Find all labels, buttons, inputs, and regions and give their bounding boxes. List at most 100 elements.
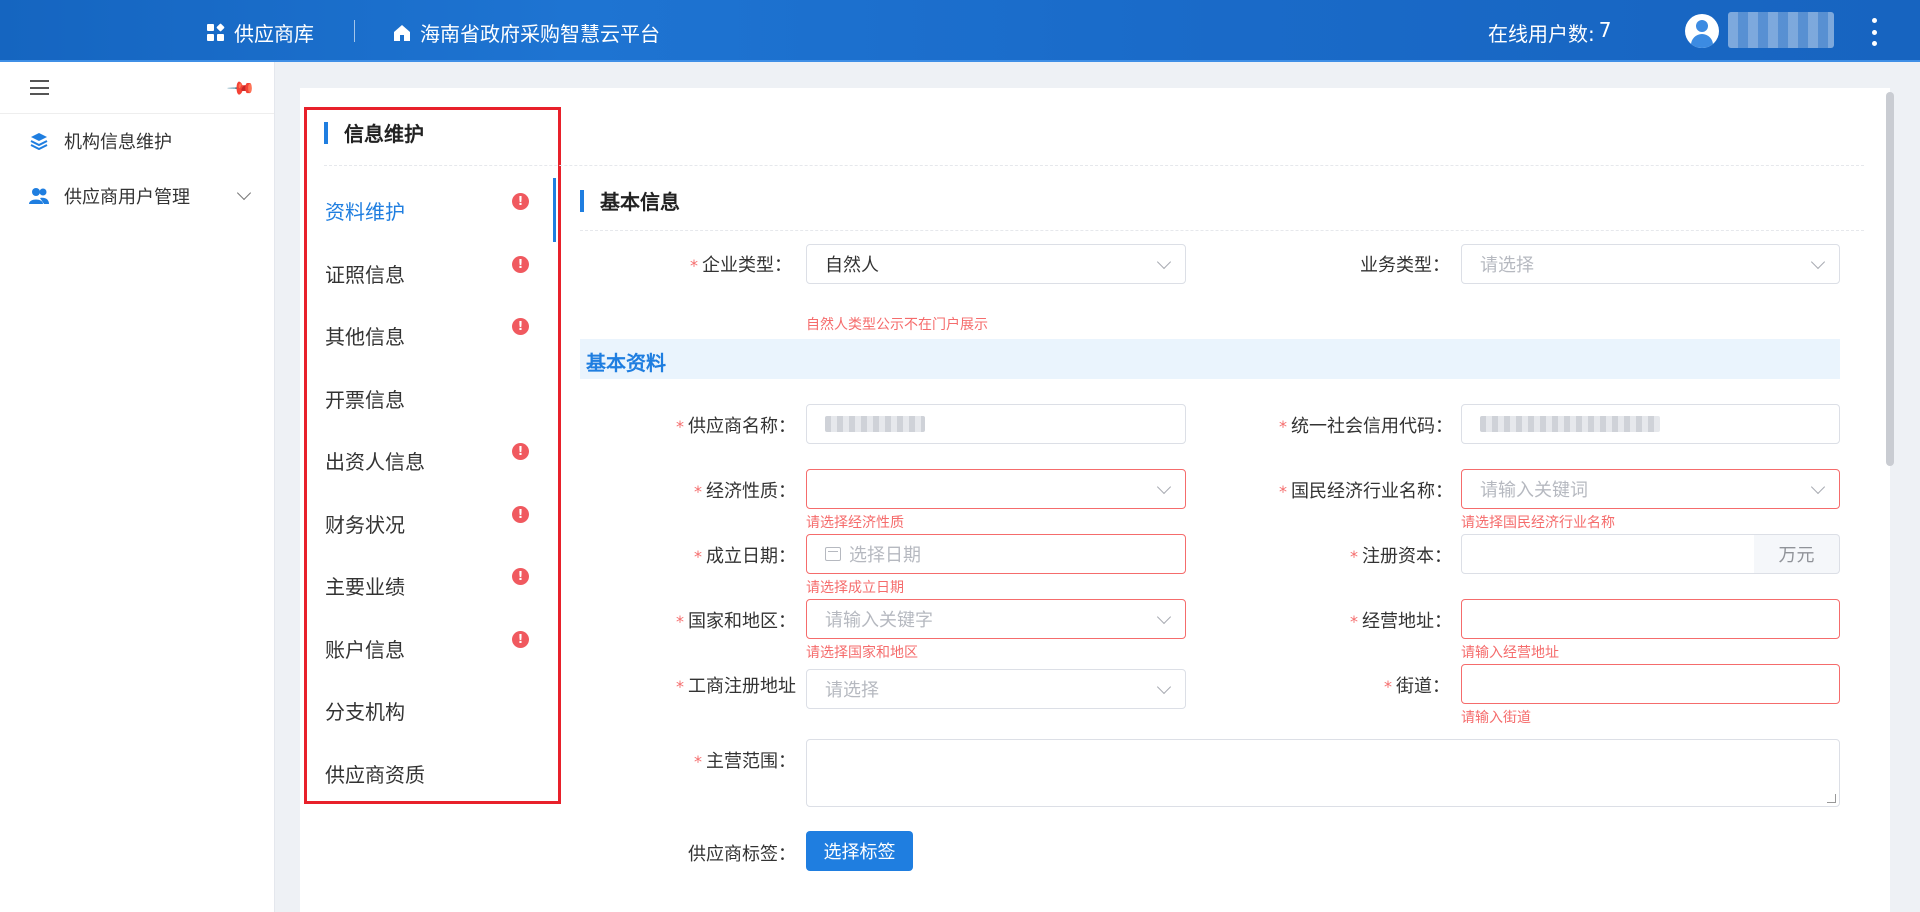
found-date-label: * 成立日期 — [694, 542, 796, 568]
business-type-select[interactable]: 请选择 — [1461, 244, 1840, 284]
calendar-icon — [825, 547, 841, 561]
username-redacted[interactable] — [1728, 12, 1834, 48]
enterprise-type-value: 自然人 — [825, 255, 879, 276]
business-type-label: 业务类型 — [1360, 251, 1450, 277]
basic-profile-band: 基本资料 — [580, 339, 1840, 379]
top-header: 供应商库 海南省政府采购智慧云平台 在线用户数: 7 — [0, 0, 1920, 62]
chevron-down-icon — [1156, 479, 1172, 495]
industry-name-error: 请选择国民经济行业名称 — [1461, 515, 1615, 531]
business-type-placeholder: 请选择 — [1480, 255, 1534, 276]
title-accent-bar — [580, 189, 584, 212]
sidebar-toolbar: 📌 — [0, 62, 274, 114]
chevron-down-icon — [1810, 479, 1826, 495]
industry-name-label: * 国民经济行业名称 — [1279, 477, 1453, 503]
industry-name-placeholder: 请输入关键词 — [1480, 480, 1588, 501]
info-nav-item-qualification[interactable]: 供应商资质 — [325, 759, 425, 788]
economic-nature-select[interactable] — [806, 469, 1186, 509]
divider — [580, 230, 1864, 231]
reg-address-select[interactable]: 请选择 — [806, 669, 1186, 709]
economic-nature-label: * 经济性质 — [694, 477, 796, 503]
sidebar-item-label: 机构信息维护 — [64, 132, 172, 153]
info-nav-item-invoice[interactable]: 开票信息 — [325, 384, 405, 413]
enterprise-type-select[interactable]: 自然人 — [806, 244, 1186, 284]
more-vertical-icon[interactable] — [1870, 18, 1878, 46]
info-nav-item-investors[interactable]: 出资人信息 — [325, 446, 425, 475]
online-users-count: 7 — [1598, 18, 1612, 42]
found-date-picker[interactable]: 选择日期 — [806, 534, 1186, 574]
users-icon — [28, 186, 50, 206]
online-users-label: 在线用户数: — [1488, 22, 1595, 46]
business-address-input[interactable] — [1461, 599, 1840, 639]
title-accent-bar — [324, 121, 328, 144]
warning-icon: ! — [512, 506, 529, 523]
country-region-placeholder: 请输入关键字 — [825, 610, 933, 631]
avatar-head-shape — [1696, 20, 1708, 32]
info-nav-item-other[interactable]: 其他信息 — [325, 321, 405, 350]
warning-icon: ! — [512, 256, 529, 273]
street-label: * 街道 — [1384, 672, 1450, 698]
pin-icon[interactable]: 📌 — [226, 73, 257, 104]
sidebar-item-supplier-users[interactable]: 供应商用户管理 — [0, 171, 275, 221]
credit-code-input[interactable] — [1461, 404, 1840, 444]
info-nav-item-finance[interactable]: 财务状况 — [325, 509, 405, 538]
info-nav-item-performance[interactable]: 主要业绩 — [325, 571, 405, 600]
country-region-error: 请选择国家和地区 — [806, 645, 918, 661]
chevron-down-icon — [1156, 254, 1172, 270]
supplier-name-label: * 供应商名称 — [676, 412, 796, 438]
avatar[interactable] — [1685, 14, 1719, 48]
street-error: 请输入街道 — [1461, 710, 1531, 726]
grid-apps-icon — [207, 23, 225, 41]
info-nav-item-license[interactable]: 证照信息 — [325, 259, 405, 288]
industry-name-select[interactable]: 请输入关键词 — [1461, 469, 1840, 509]
info-nav-item-profile[interactable]: 资料维护 — [325, 196, 405, 225]
platform-home-link[interactable]: 海南省政府采购智慧云平台 — [392, 18, 660, 47]
enterprise-type-note: 自然人类型公示不在门户展示 — [806, 317, 988, 333]
sidebar-item-org-info[interactable]: 机构信息维护 — [0, 116, 275, 166]
redacted-value — [825, 416, 925, 432]
business-address-label: * 经营地址 — [1350, 607, 1452, 633]
street-input[interactable] — [1461, 664, 1840, 704]
sidebar-item-label: 供应商用户管理 — [64, 187, 190, 208]
credit-code-label: * 统一社会信用代码 — [1279, 412, 1453, 438]
info-nav-title: 信息维护 — [324, 118, 424, 147]
online-users: 在线用户数: 7 — [1488, 18, 1611, 47]
economic-nature-error: 请选择经济性质 — [806, 515, 904, 531]
scrollbar[interactable] — [1886, 92, 1894, 466]
header-divider — [354, 20, 355, 42]
section-title-text: 基本信息 — [600, 190, 680, 214]
active-indicator — [553, 178, 556, 242]
warning-icon: ! — [512, 631, 529, 648]
select-tag-button[interactable]: 选择标签 — [806, 831, 913, 871]
supplier-name-input[interactable] — [806, 404, 1186, 444]
home-icon — [394, 24, 410, 41]
avatar-body-shape — [1691, 34, 1713, 48]
hamburger-menu-icon[interactable] — [30, 80, 49, 95]
chevron-down-icon — [1810, 254, 1826, 270]
chevron-down-icon — [1156, 679, 1172, 695]
country-region-label: * 国家和地区 — [676, 607, 796, 633]
warning-icon: ! — [512, 193, 529, 210]
brand[interactable]: 供应商库 — [206, 18, 314, 47]
chevron-down-icon — [236, 185, 252, 201]
warning-icon: ! — [512, 443, 529, 460]
info-nav-title-text: 信息维护 — [344, 122, 424, 146]
section-title: 基本信息 — [580, 186, 680, 215]
country-region-select[interactable]: 请输入关键字 — [806, 599, 1186, 639]
platform-title: 海南省政府采购智慧云平台 — [420, 22, 660, 46]
divider — [324, 165, 1864, 166]
registered-capital-input[interactable] — [1461, 534, 1755, 574]
sidebar: 📌 机构信息维护 供应商用户管理 — [0, 62, 275, 912]
info-nav-item-branches[interactable]: 分支机构 — [325, 696, 405, 725]
main-scope-label: * 主营范围 — [694, 747, 796, 773]
layers-icon — [28, 131, 50, 151]
capital-unit: 万元 — [1754, 534, 1840, 574]
warning-icon: ! — [512, 568, 529, 585]
reg-address-placeholder: 请选择 — [825, 680, 879, 701]
info-nav-item-account[interactable]: 账户信息 — [325, 634, 405, 663]
main-scope-textarea[interactable] — [806, 739, 1840, 807]
enterprise-type-label: * 企业类型 — [690, 251, 792, 277]
found-date-placeholder: 选择日期 — [849, 545, 921, 566]
business-address-error: 请输入经营地址 — [1461, 645, 1559, 661]
redacted-value — [1480, 416, 1660, 432]
brand-label: 供应商库 — [234, 22, 314, 46]
